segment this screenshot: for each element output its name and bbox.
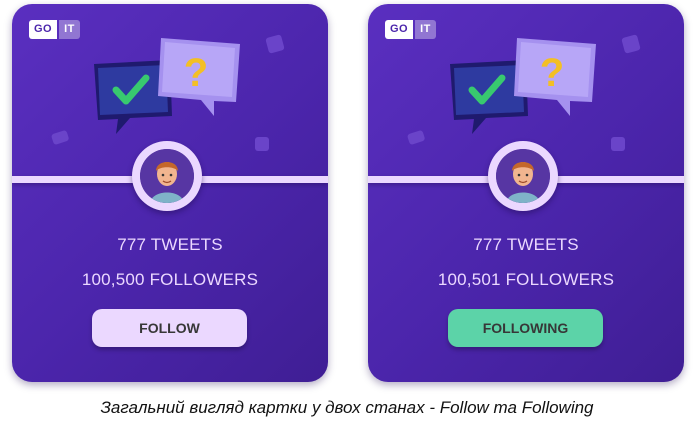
goit-logo: GO IT [385, 20, 436, 39]
avatar [496, 149, 550, 203]
svg-text:?: ? [540, 51, 564, 95]
logo-it: IT [59, 20, 80, 39]
goit-logo: GO IT [29, 20, 80, 39]
followers-count: 100,500 FOLLOWERS [81, 270, 259, 289]
followers-count: 100,501 FOLLOWERS [437, 270, 615, 289]
follow-button[interactable]: FOLLOW [92, 309, 247, 347]
following-button[interactable]: FOLLOWING [448, 309, 603, 347]
avatar-ring [488, 141, 558, 211]
logo-go: GO [29, 20, 58, 39]
caption: Загальний вигляд картки у двох станах - … [100, 398, 594, 417]
tweets-count: 777 TWEETS [473, 235, 579, 254]
tweet-card-follow: ? GO IT 777 TWEETS 100,500 FOLLOWERS FOL… [12, 4, 328, 382]
avatar-ring [132, 141, 202, 211]
avatar [140, 149, 194, 203]
logo-it: IT [415, 20, 436, 39]
tweet-card-following: ? GO IT 777 TWEETS 100,501 FOLLOWERS FOL… [368, 4, 684, 382]
logo-go: GO [385, 20, 414, 39]
svg-text:?: ? [184, 51, 208, 95]
tweets-count: 777 TWEETS [117, 235, 223, 254]
